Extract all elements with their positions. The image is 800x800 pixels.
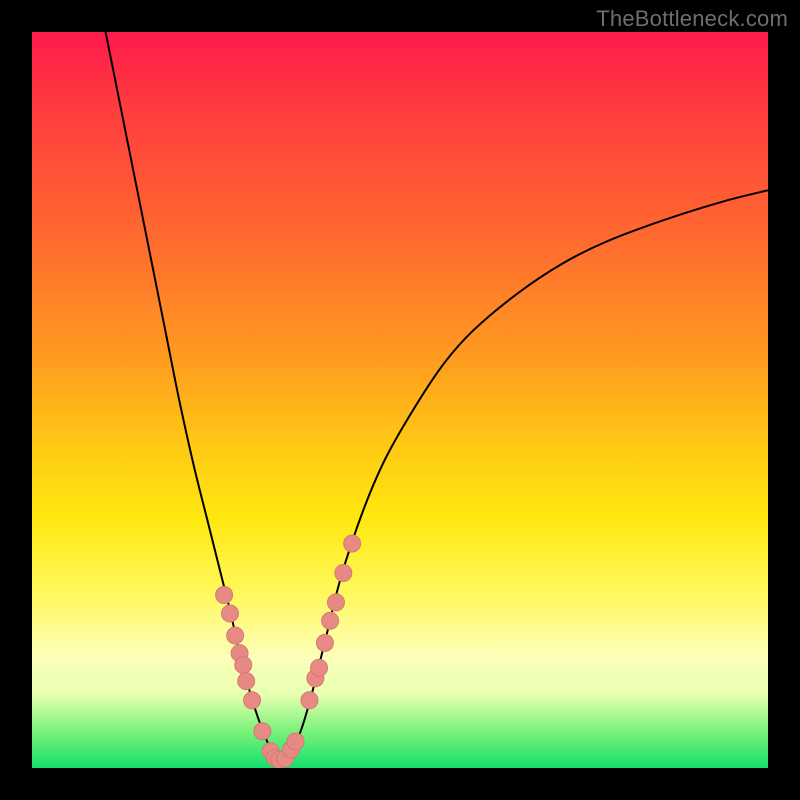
curve-layer — [32, 32, 768, 768]
data-marker — [238, 673, 255, 690]
data-marker — [311, 659, 328, 676]
marker-group — [216, 535, 361, 768]
data-marker — [287, 733, 304, 750]
data-marker — [301, 692, 318, 709]
data-marker — [316, 634, 333, 651]
data-marker — [254, 723, 271, 740]
plot-area — [32, 32, 768, 768]
data-marker — [344, 535, 361, 552]
data-marker — [244, 692, 261, 709]
watermark-text: TheBottleneck.com — [596, 6, 788, 32]
data-marker — [235, 656, 252, 673]
data-marker — [322, 612, 339, 629]
left-branch-curve — [106, 32, 279, 761]
data-marker — [221, 605, 238, 622]
chart-frame: TheBottleneck.com — [0, 0, 800, 800]
data-marker — [216, 587, 233, 604]
data-marker — [227, 627, 244, 644]
right-branch-curve — [279, 190, 768, 760]
data-marker — [327, 594, 344, 611]
data-marker — [335, 564, 352, 581]
